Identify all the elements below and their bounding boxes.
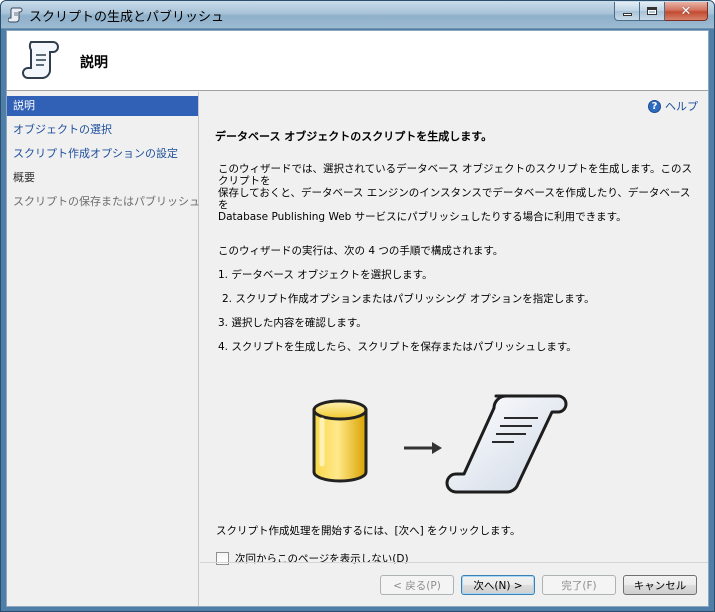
back-button[interactable]: < 戻る(P) [380,575,454,595]
close-button[interactable]: ✕ [665,2,708,21]
content-panel: ? ヘルプ データベース オブジェクトのスクリプトを生成します。 このウィザード… [200,92,708,565]
cancel-button[interactable]: キャンセル [623,575,697,595]
dont-show-again-checkbox[interactable] [216,552,229,565]
script-scroll-icon [8,7,23,23]
wizard-steps-sidebar: 説明 オブジェクトの選択 スクリプト作成オプションの設定 概要 スクリプトの保存… [7,92,200,606]
minimize-button[interactable] [614,2,640,21]
window-title: スクリプトの生成とパブリッシュ [29,10,225,25]
button-divider [200,562,708,563]
start-instruction: スクリプト作成処理を開始するには、[次へ] をクリックします。 [216,525,521,537]
page-title: 説明 [80,55,108,71]
finish-button[interactable]: 完了(F) [542,575,616,595]
steps-lead-text: このウィザードの実行は、次の 4 つの手順で構成されます。 [218,245,504,257]
minimize-icon [622,12,632,16]
wizard-client-area: 説明 説明 オブジェクトの選択 スクリプト作成オプションの設定 概要 スクリプト… [6,30,709,607]
sidebar-item-description[interactable]: 説明 [7,96,198,116]
wizard-window: スクリプトの生成とパブリッシュ ✕ 説明 説明 オブジェクトの選択 スクリプト作… [0,0,715,612]
step-item: 2. スクリプト作成オプションまたはパブリッシング オプションを指定します。 [222,293,595,305]
help-link[interactable]: ? ヘルプ [648,98,698,114]
arrow-right-icon [404,442,442,454]
step-item: 3. 選択した内容を確認します。 [218,317,367,329]
sidebar-item-save-or-publish: スクリプトの保存またはパブリッシュ [13,195,200,208]
page-header: 説明 [7,31,708,91]
sidebar-item-scripting-options[interactable]: スクリプト作成オプションの設定 [7,144,198,164]
window-controls: ✕ [614,2,708,21]
next-button[interactable]: 次へ(N) > [461,575,535,595]
intro-paragraph: このウィザードでは、選択されているデータベース オブジェクトのスクリプトを生成し… [218,163,698,223]
help-icon: ? [648,99,661,113]
maximize-icon [647,7,657,15]
title-bar[interactable]: スクリプトの生成とパブリッシュ ✕ [1,1,714,29]
maximize-button[interactable] [640,2,665,21]
database-icon [312,399,368,483]
content-heading: データベース オブジェクトのスクリプトを生成します。 [215,130,493,143]
intro-line: 保存しておくと、データベース エンジンのインスタンスでデータベースを作成したり、… [218,187,691,211]
script-scroll-icon [22,41,59,79]
intro-line: Database Publishing Web サービスにパブリッシュしたりする… [218,211,627,223]
dont-show-again-row[interactable]: 次回からこのページを表示しない(D) [216,551,409,566]
help-label: ヘルプ [665,100,698,113]
database-to-script-illustration [312,394,568,494]
step-item: 1. データベース オブジェクトを選択します。 [218,269,433,281]
wizard-buttons: < 戻る(P) 次へ(N) > 完了(F) キャンセル [200,575,708,597]
sidebar-item-summary: 概要 [13,171,35,184]
sidebar-item-select-objects[interactable]: オブジェクトの選択 [7,120,198,140]
dont-show-again-label[interactable]: 次回からこのページを表示しない(D) [235,551,409,566]
script-scroll-icon [445,394,568,494]
close-icon: ✕ [680,3,692,19]
step-item: 4. スクリプトを生成したら、スクリプトを保存またはパブリッシュします。 [218,341,577,353]
intro-line: このウィザードでは、選択されているデータベース オブジェクトのスクリプトを生成し… [218,163,692,187]
